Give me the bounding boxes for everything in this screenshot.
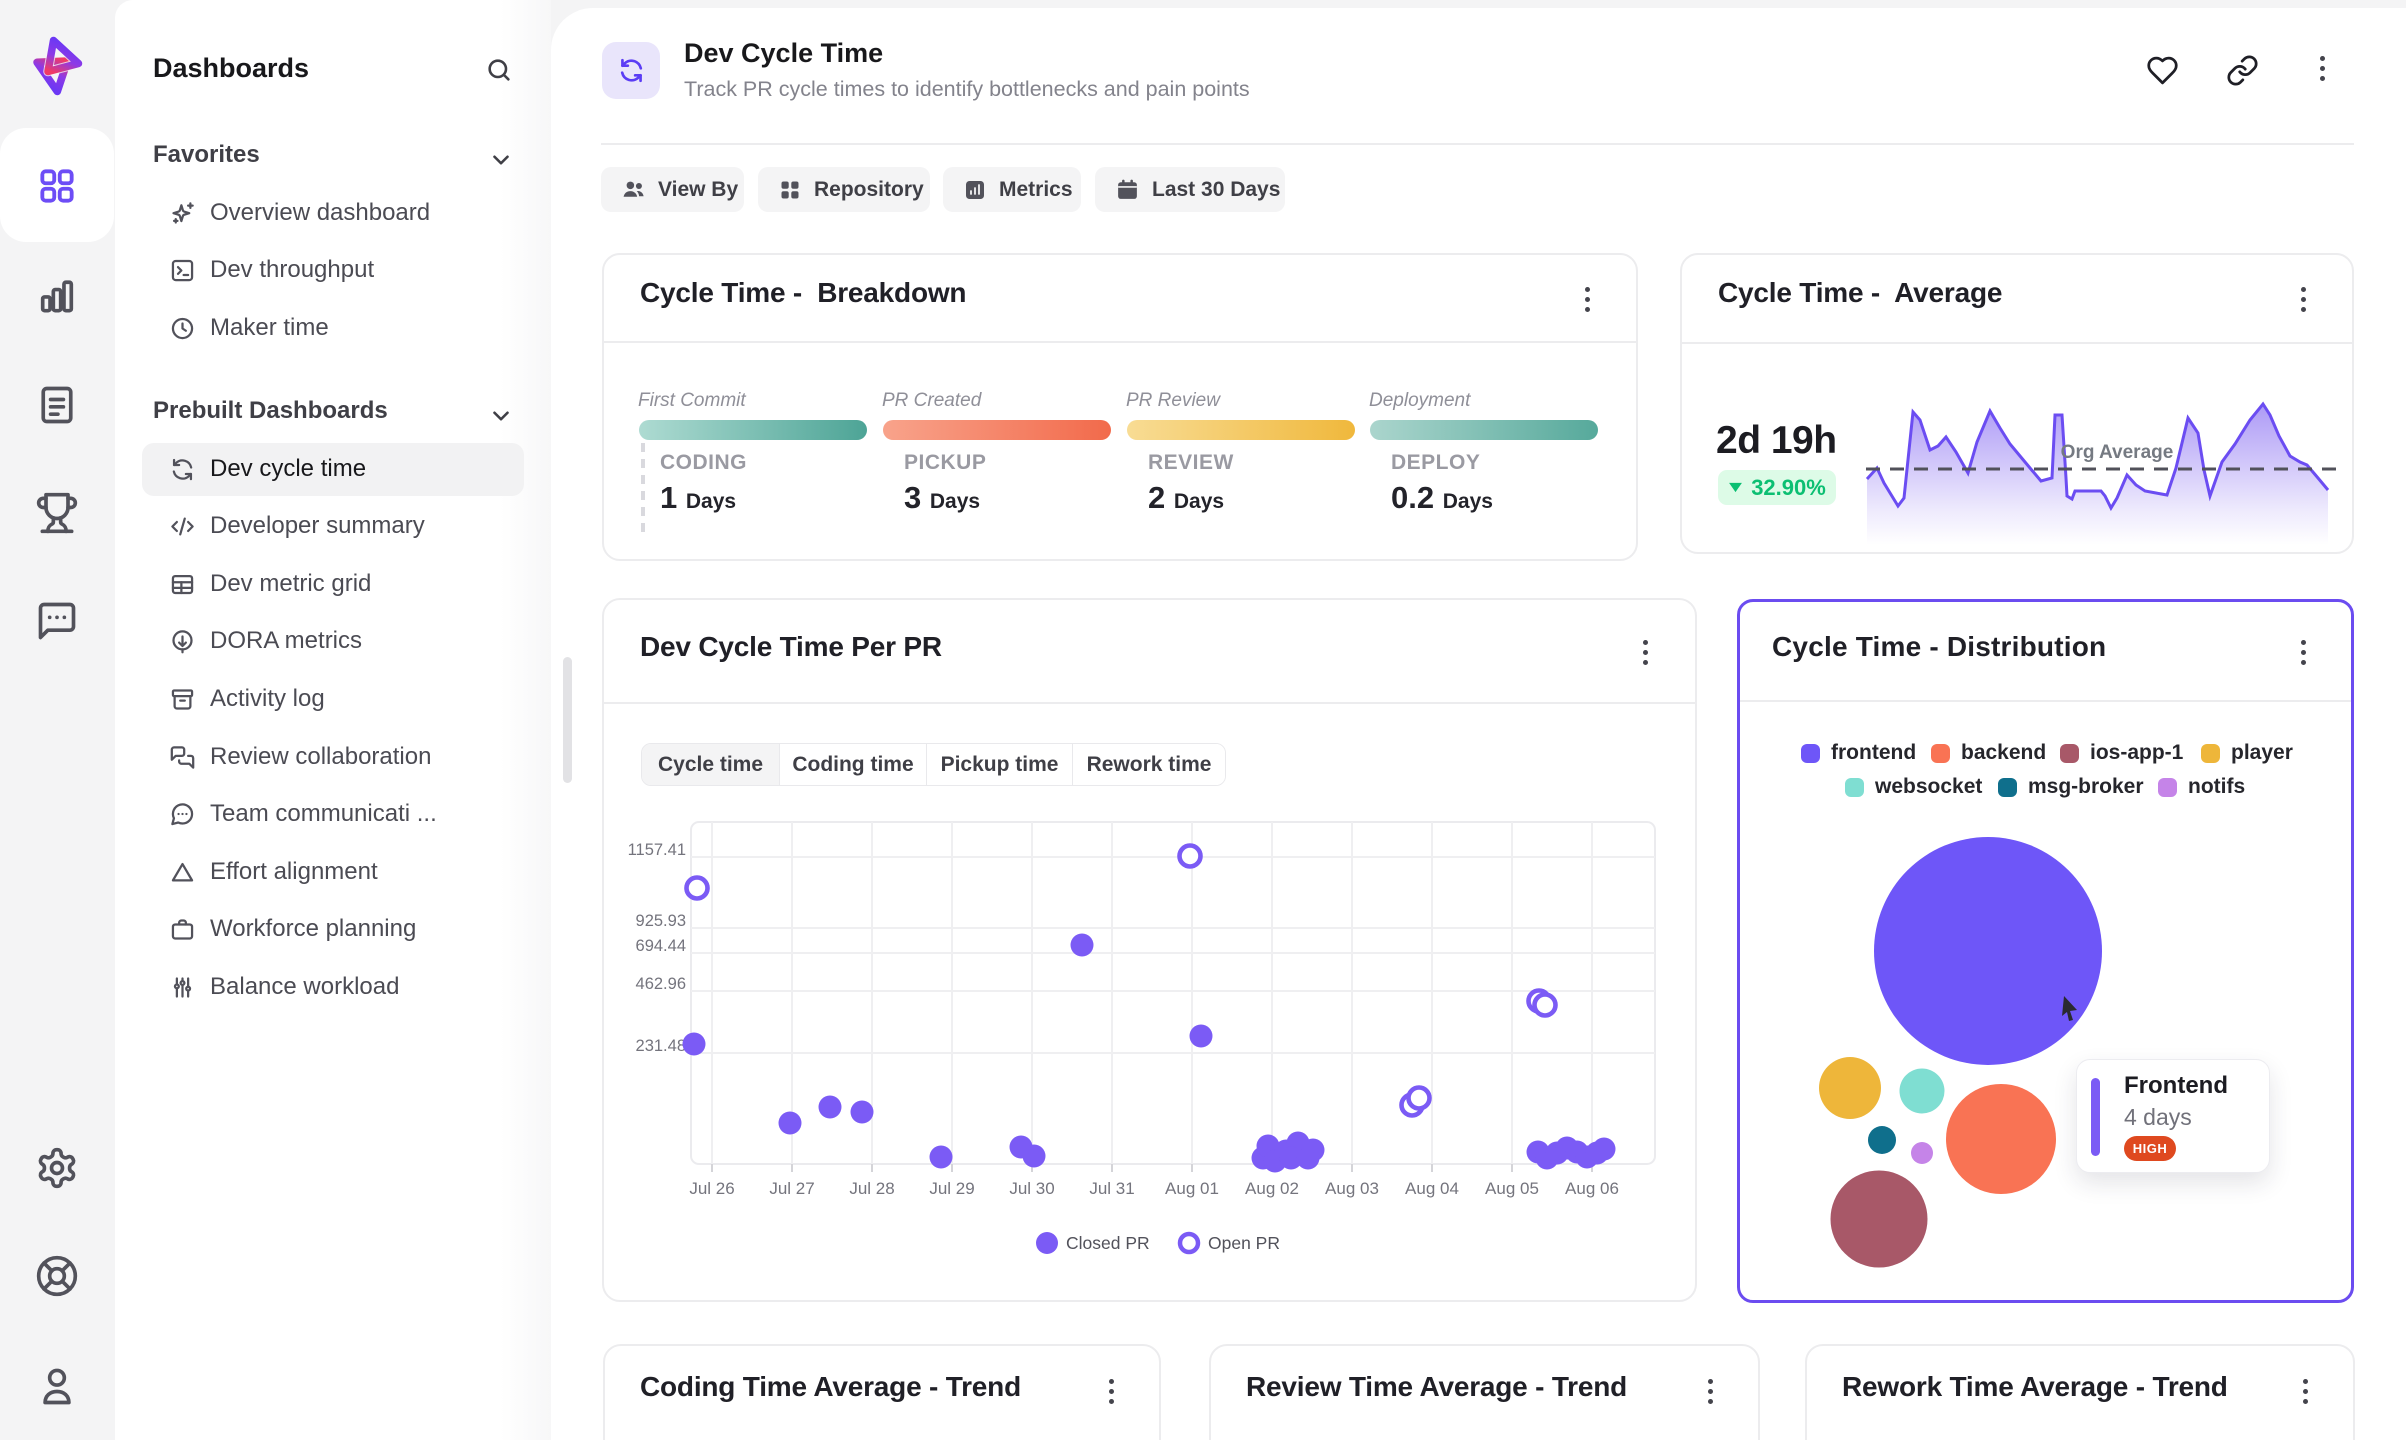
svg-text:Jul 28: Jul 28	[849, 1179, 894, 1198]
svg-text:Open PR: Open PR	[1208, 1233, 1280, 1253]
svg-text:694.44: 694.44	[636, 937, 686, 955]
svg-text:Closed PR: Closed PR	[1066, 1233, 1150, 1253]
svg-text:Jul 26: Jul 26	[689, 1179, 734, 1198]
svg-text:Aug 03: Aug 03	[1325, 1179, 1379, 1198]
svg-text:Jul 29: Jul 29	[929, 1179, 974, 1198]
svg-text:Aug 01: Aug 01	[1165, 1179, 1219, 1198]
svg-text:Jul 30: Jul 30	[1009, 1179, 1054, 1198]
svg-text:Aug 02: Aug 02	[1245, 1179, 1299, 1198]
svg-text:925.93: 925.93	[636, 912, 686, 930]
svg-text:Aug 05: Aug 05	[1485, 1179, 1539, 1198]
svg-text:Org Average: Org Average	[2061, 442, 2174, 463]
svg-text:Aug 04: Aug 04	[1405, 1179, 1459, 1198]
svg-text:Jul 31: Jul 31	[1089, 1179, 1134, 1198]
svg-text:Aug 06: Aug 06	[1565, 1179, 1619, 1198]
svg-text:Jul 27: Jul 27	[769, 1179, 814, 1198]
svg-text:462.96: 462.96	[636, 975, 686, 993]
svg-text:1157.41: 1157.41	[628, 841, 686, 859]
svg-text:231.48: 231.48	[636, 1037, 686, 1055]
